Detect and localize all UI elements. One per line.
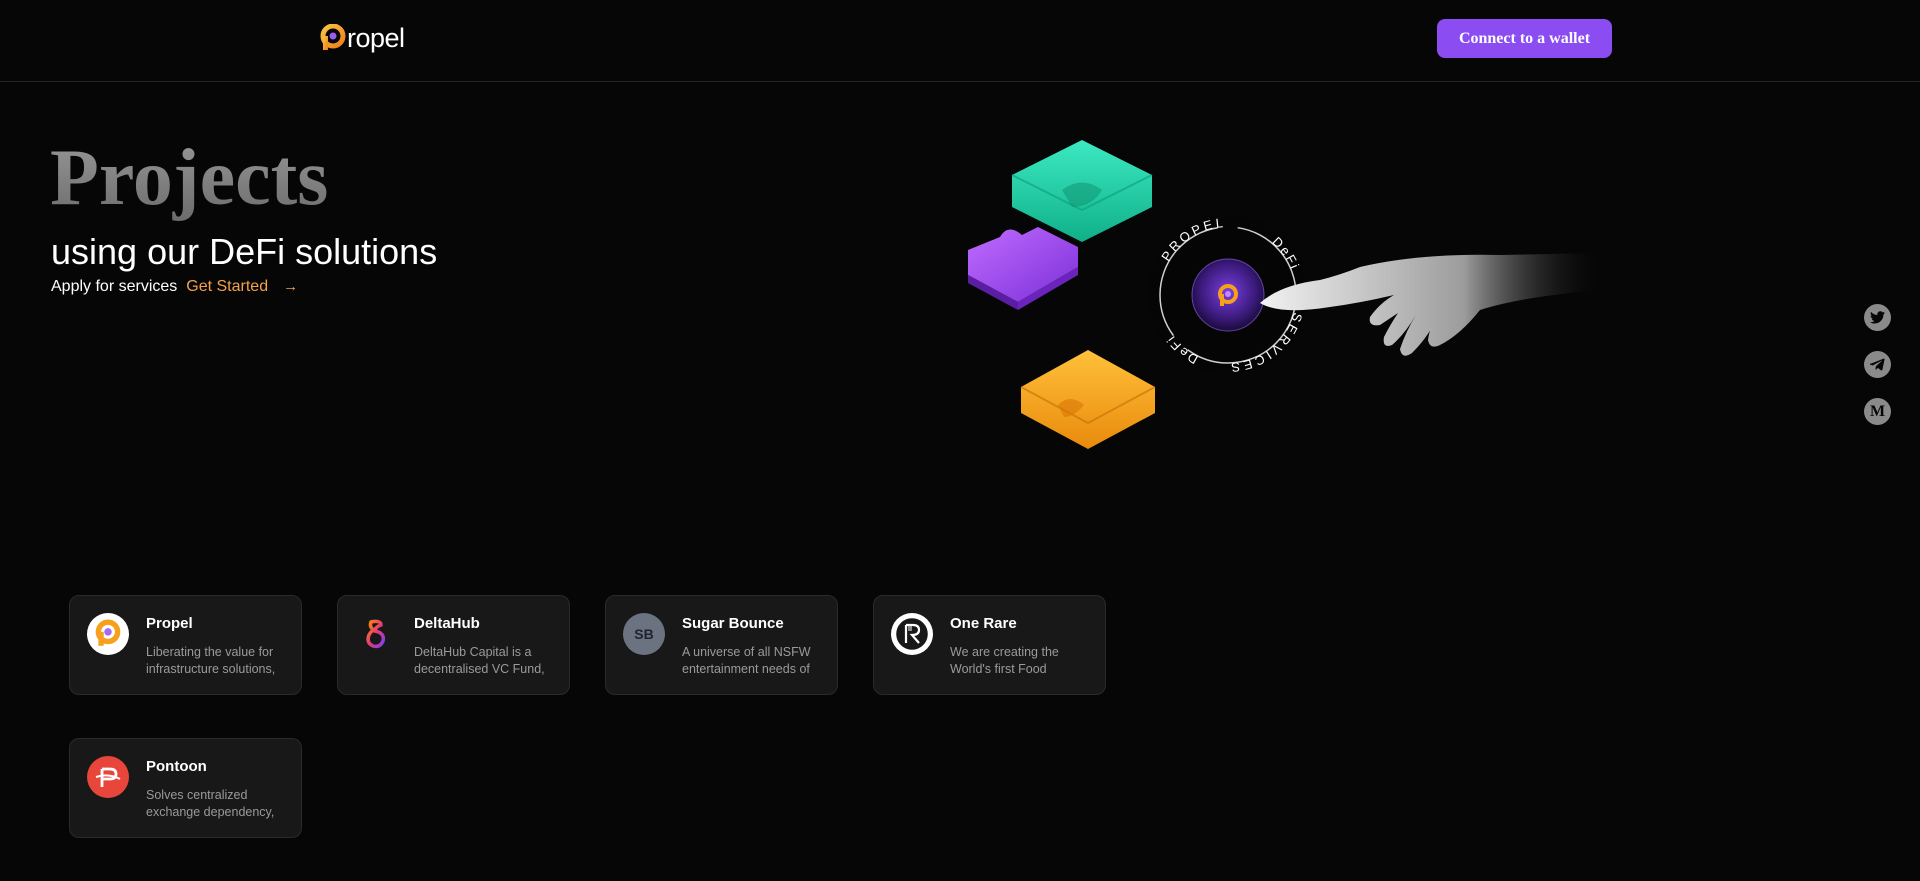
project-card-one-rare[interactable]: One Rare We are creating the World's fir… — [873, 595, 1106, 695]
card-title: Pontoon — [146, 758, 207, 775]
page-subtitle: using our DeFi solutions — [51, 231, 438, 272]
deltahub-logo-icon — [355, 613, 397, 655]
propel-logo[interactable]: ropel — [320, 22, 405, 54]
purple-puzzle-piece — [968, 227, 1078, 310]
card-description: A universe of all NSFW entertainment nee… — [682, 645, 811, 676]
card-title: DeltaHub — [414, 615, 480, 632]
project-card-sugar-bounce[interactable]: SB Sugar Bounce A universe of all NSFW e… — [605, 595, 838, 695]
card-title: Sugar Bounce — [682, 615, 784, 632]
arrow-right-icon[interactable]: → — [283, 277, 298, 297]
one-rare-logo-icon — [891, 613, 933, 655]
page-title: Projects — [50, 130, 328, 226]
top-navbar: ropel Connect to a wallet — [0, 0, 1920, 82]
green-puzzle-piece — [1011, 140, 1153, 242]
medium-icon[interactable]: M — [1864, 398, 1891, 425]
project-card-deltahub[interactable]: DeltaHub DeltaHub Capital is a decentral… — [337, 595, 570, 695]
pontoon-logo-icon — [87, 756, 129, 798]
card-description: We are creating the World's first Food — [950, 645, 1059, 676]
defi-services-illustration: SERVICES DeFi PROPEL DeFi — [968, 140, 1600, 449]
apply-row: Apply for services Get Started → — [51, 277, 298, 297]
card-title: One Rare — [950, 615, 1017, 632]
card-description: Liberating the value for infrastructure … — [146, 645, 276, 676]
pointing-hand-image — [1260, 253, 1600, 356]
get-started-link[interactable]: Get Started — [186, 277, 268, 297]
card-title: Propel — [146, 615, 193, 632]
sugar-bounce-avatar: SB — [623, 613, 665, 655]
project-card-pontoon[interactable]: Pontoon Solves centralized exchange depe… — [69, 738, 302, 838]
social-links: M — [1864, 304, 1891, 445]
apply-text: Apply for services — [51, 278, 178, 295]
propel-logo-icon — [87, 613, 129, 655]
project-card-propel[interactable]: Propel Liberating the value for infrastr… — [69, 595, 302, 695]
propel-logo-icon — [320, 24, 346, 50]
twitter-icon[interactable] — [1864, 304, 1891, 331]
card-description: DeltaHub Capital is a decentralised VC F… — [414, 645, 545, 676]
card-description: Solves centralized exchange dependency, — [146, 788, 275, 819]
telegram-icon[interactable] — [1864, 351, 1891, 378]
logo-text: ropel — [347, 23, 405, 53]
orange-puzzle-piece — [1020, 350, 1156, 449]
connect-wallet-button[interactable]: Connect to a wallet — [1437, 19, 1612, 58]
